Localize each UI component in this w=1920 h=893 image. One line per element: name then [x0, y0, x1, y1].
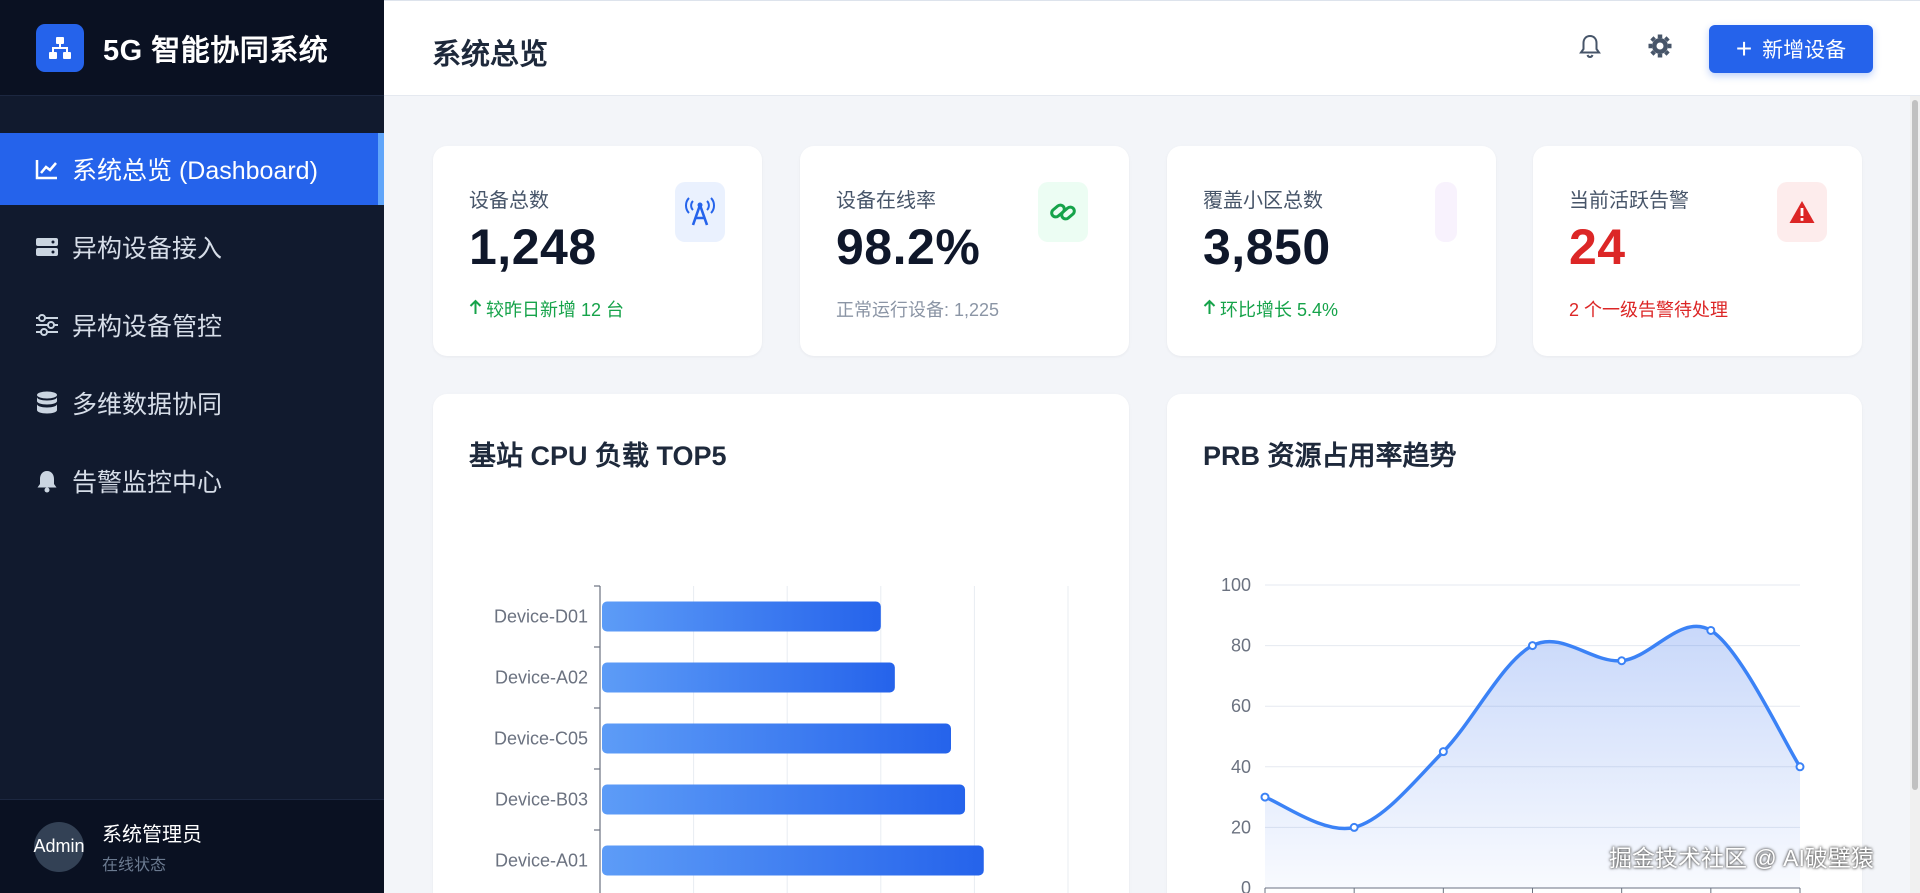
tick-label: Device-D01	[494, 607, 588, 627]
bell-icon	[34, 468, 60, 494]
app-name: 5G 智能协同系统	[103, 34, 329, 67]
data-point	[1349, 822, 1359, 832]
user-profile[interactable]: Admin 系统管理员 在线状态	[0, 799, 384, 893]
sidebar: 5G 智能协同系统 系统总览 (Dashboard) 异构设备接入 异构设备管控…	[0, 0, 384, 893]
avatar: Admin	[33, 821, 85, 872]
sidebar-item-label: 告警监控中心	[72, 469, 223, 497]
sidebar-item-label: 异构设备接入	[72, 235, 223, 263]
user-info: 系统管理员 在线状态	[102, 818, 202, 875]
prb-usage-area-chart: 0 20 40 60 80 100	[1221, 575, 1805, 893]
top-header: 系统总览 + 新增设备	[384, 0, 1920, 96]
bar	[602, 662, 895, 693]
settings-button[interactable]	[1645, 33, 1675, 63]
cpu-load-bar-chart: Device-D01 Device-A02 Device-C05 Device-B03…	[494, 585, 1069, 893]
plus-icon: +	[1735, 33, 1753, 64]
stat-card-total-devices: 设备总数 1,248 较昨日新增 12 台	[433, 146, 762, 356]
tick-label: 80	[1231, 636, 1251, 656]
stat-label: 设备总数	[469, 190, 549, 212]
stat-note-text: 较昨日新增 12 台	[486, 300, 625, 320]
stat-note-text: 环比增长 5.4%	[1220, 300, 1339, 320]
scrollbar-thumb[interactable]	[1912, 100, 1918, 790]
data-point	[1617, 656, 1627, 666]
stat-note: 正常运行设备: 1,225	[836, 300, 1000, 320]
chart-line-icon	[34, 156, 60, 182]
cpu-load-chart-card: 基站 CPU 负载 TOP5 Device-D01 Device-A02 Devic…	[433, 394, 1129, 893]
stat-label: 当前活跃告警	[1569, 190, 1689, 212]
stat-label: 设备在线率	[836, 190, 936, 212]
notification-bell-button[interactable]	[1575, 33, 1605, 63]
sidebar-item-label: 系统总览 (Dashboard)	[72, 157, 318, 185]
page-scrollbar[interactable]	[1910, 96, 1920, 893]
arrow-up-icon	[1203, 299, 1216, 320]
gear-icon	[1647, 33, 1673, 64]
prb-trend-chart-card: PRB 资源占用率趋势 0 20 40 60 80 100	[1167, 394, 1862, 893]
data-point	[1438, 747, 1448, 757]
server-icon	[34, 234, 60, 260]
stat-label: 覆盖小区总数	[1203, 190, 1323, 212]
tick-label: Device-B03	[495, 790, 588, 810]
tower-broadcast-icon	[675, 182, 725, 242]
tick-label: 0	[1241, 878, 1251, 893]
network-logo-icon	[36, 23, 84, 72]
page-title: 系统总览	[432, 39, 549, 71]
bar	[602, 723, 951, 754]
database-icon	[34, 390, 60, 416]
data-point	[1528, 641, 1537, 651]
sidebar-item-device-access[interactable]: 异构设备接入	[0, 211, 384, 283]
bar	[602, 845, 984, 876]
stat-note: 2 个一级告警待处理	[1569, 300, 1729, 320]
sliders-icon	[34, 312, 60, 338]
sidebar-item-label: 多维数据协同	[72, 391, 223, 419]
tick-label: Device-A01	[495, 851, 588, 871]
bell-outline-icon	[1579, 33, 1601, 64]
tick-label: 40	[1231, 757, 1251, 777]
tick-label: 60	[1231, 696, 1251, 716]
data-point	[1795, 762, 1805, 772]
sidebar-item-alarm-center[interactable]: 告警监控中心	[0, 445, 384, 517]
tick-label: 20	[1231, 817, 1251, 837]
arrow-up-icon	[469, 299, 482, 320]
sidebar-nav: 系统总览 (Dashboard) 异构设备接入 异构设备管控 多维数据协同 告警…	[0, 133, 384, 523]
link-icon	[1038, 182, 1088, 242]
stat-value: 24	[1569, 219, 1626, 275]
map-icon	[1435, 182, 1457, 242]
tick-label: Device-C05	[494, 729, 588, 749]
sidebar-item-device-control[interactable]: 异构设备管控	[0, 289, 384, 361]
data-point	[1260, 792, 1270, 802]
sidebar-item-data-sync[interactable]: 多维数据协同	[0, 367, 384, 439]
bar	[602, 784, 966, 815]
bar	[602, 601, 881, 632]
brand: 5G 智能协同系统	[0, 0, 384, 96]
stat-value: 98.2%	[836, 219, 981, 275]
sidebar-item-label: 异构设备管控	[72, 313, 223, 341]
stat-note: 较昨日新增 12 台	[469, 296, 624, 322]
add-device-button[interactable]: + 新增设备	[1709, 25, 1873, 73]
sidebar-item-dashboard[interactable]: 系统总览 (Dashboard)	[0, 133, 384, 205]
tick-label: 100	[1221, 575, 1251, 595]
add-device-label: 新增设备	[1762, 39, 1847, 62]
user-name: 系统管理员	[102, 824, 202, 846]
data-point	[1706, 625, 1716, 635]
stat-value: 3,850	[1203, 219, 1331, 275]
stat-note: 环比增长 5.4%	[1203, 296, 1338, 322]
stat-value: 1,248	[469, 219, 597, 275]
user-status: 在线状态	[102, 857, 167, 874]
stat-card-online-rate: 设备在线率 98.2% 正常运行设备: 1,225	[800, 146, 1129, 356]
stat-card-active-alarms: 当前活跃告警 24 2 个一级告警待处理	[1533, 146, 1862, 356]
tick-label: Device-A02	[495, 668, 588, 688]
warning-icon	[1777, 182, 1827, 242]
watermark: 掘金技术社区 @ AI破壁猿	[1609, 845, 1874, 871]
stat-card-cell-coverage: 覆盖小区总数 3,850 环比增长 5.4%	[1167, 146, 1496, 356]
